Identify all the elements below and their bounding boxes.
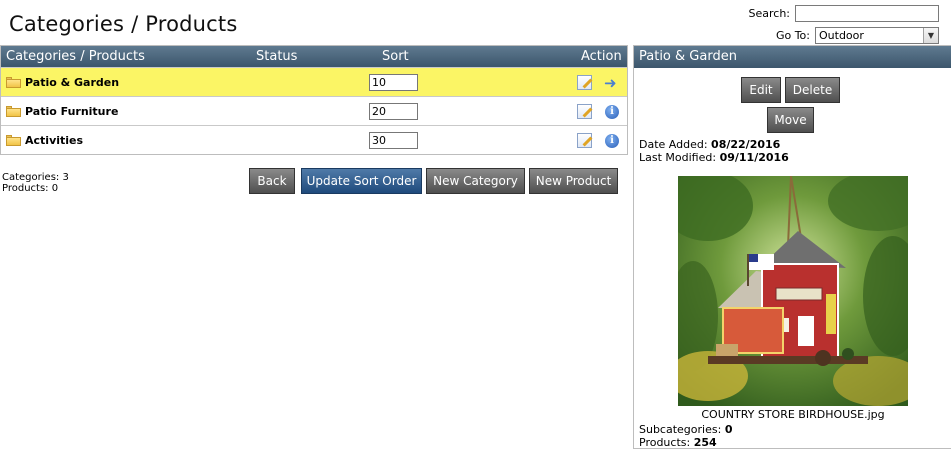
edit-icon[interactable] [577, 133, 592, 148]
category-image [678, 176, 908, 406]
chevron-down-icon[interactable]: ▼ [923, 27, 938, 43]
move-button[interactable]: Move [767, 107, 814, 133]
image-caption: COUNTRY STORE BIRDHOUSE.jpg [701, 408, 885, 421]
date-added-label: Date Added: [639, 138, 708, 151]
page-title: Categories / Products [9, 12, 238, 36]
edit-button[interactable]: Edit [741, 77, 781, 103]
last-modified-value: 09/11/2016 [719, 151, 789, 164]
subcategories-value: 0 [724, 423, 733, 436]
last-modified: Last Modified: 09/11/2016 [639, 151, 789, 164]
folder-icon [6, 135, 21, 146]
sort-order-input[interactable] [369, 74, 418, 91]
info-icon[interactable]: i [605, 134, 619, 148]
header-status: Status [256, 49, 298, 64]
edit-icon[interactable] [577, 75, 592, 90]
arrow-right-icon[interactable]: ➜ [604, 74, 617, 92]
header-name: Categories / Products [6, 49, 145, 64]
goto-select[interactable]: Outdoor ▼ [815, 26, 939, 44]
date-added-value: 08/22/2016 [711, 138, 781, 151]
header-sort: Sort [382, 49, 409, 64]
sort-order-input[interactable] [369, 132, 418, 149]
category-table: Categories / Products Status Sort Action… [0, 45, 628, 155]
update-sort-order-button[interactable]: Update Sort Order [301, 168, 422, 194]
sort-order-input[interactable] [369, 103, 418, 120]
listing-counts: Categories: 3 Products: 0 [2, 172, 69, 194]
categories-count: Categories: 3 [2, 172, 69, 183]
category-name[interactable]: Patio & Garden [25, 76, 119, 89]
folder-icon [6, 106, 21, 117]
panel-title: Patio & Garden [634, 46, 951, 68]
search-area: Search: Go To: Outdoor ▼ [748, 4, 939, 48]
products-label: Products: [639, 436, 691, 449]
edit-icon[interactable] [577, 104, 592, 119]
folder-icon [6, 77, 21, 88]
goto-label: Go To: [775, 28, 810, 42]
subcategories-label: Subcategories: [639, 423, 722, 436]
table-header: Categories / Products Status Sort Action [1, 46, 627, 67]
goto-selected-value: Outdoor [819, 28, 864, 42]
products-value: 254 [693, 436, 717, 449]
new-product-button[interactable]: New Product [529, 168, 618, 194]
category-info-panel: Patio & Garden Edit Delete Move Date Add… [633, 45, 951, 449]
category-name[interactable]: Patio Furniture [25, 105, 118, 118]
products-total: Products: 254 [639, 436, 717, 449]
table-row[interactable]: Patio Furniture i [1, 96, 627, 125]
subcategories-count: Subcategories: 0 [639, 423, 732, 436]
search-label: Search: [748, 6, 791, 20]
last-modified-label: Last Modified: [639, 151, 717, 164]
products-count: Products: 0 [2, 183, 59, 194]
date-added: Date Added: 08/22/2016 [639, 138, 780, 151]
table-row[interactable]: Patio & Garden ➜ [1, 67, 627, 96]
new-category-button[interactable]: New Category [426, 168, 525, 194]
search-input[interactable] [795, 4, 939, 22]
table-row[interactable]: Activities i [1, 125, 627, 154]
back-button[interactable]: Back [249, 168, 295, 194]
delete-button[interactable]: Delete [785, 77, 840, 103]
category-name[interactable]: Activities [25, 134, 83, 147]
header-action: Action [581, 49, 622, 64]
info-icon[interactable]: i [605, 105, 619, 119]
